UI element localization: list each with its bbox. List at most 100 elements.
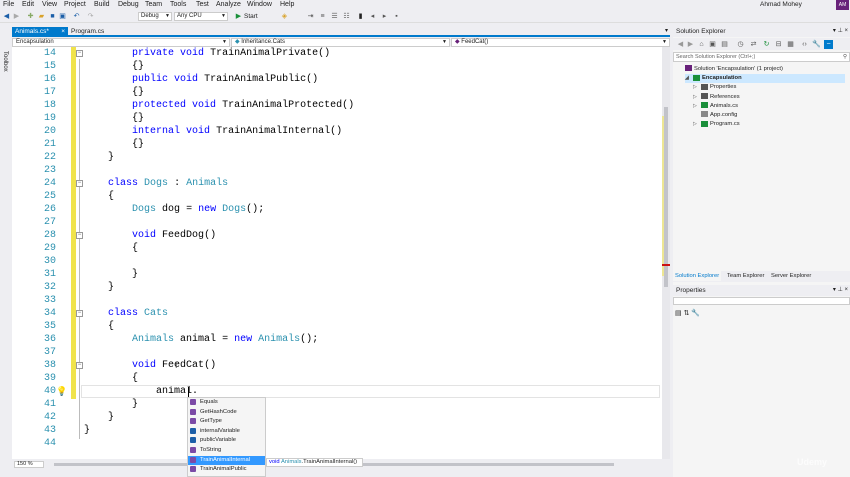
vertical-scroll-thumb[interactable] <box>664 107 668 287</box>
bookmark-icon[interactable]: ▮ <box>356 12 365 21</box>
collapsed-arrow-icon[interactable]: ▷ <box>693 102 701 111</box>
code-line[interactable]: class Dogs : Animals <box>84 177 228 190</box>
tree-item[interactable]: App.config <box>693 111 737 120</box>
step-icon[interactable]: ⇥ <box>306 12 315 21</box>
forward-icon[interactable]: ▶ <box>686 40 695 49</box>
new-project-icon[interactable]: ✚ <box>26 12 35 21</box>
collapsed-arrow-icon[interactable]: ▷ <box>693 120 701 129</box>
collapse-icon[interactable]: − <box>76 180 83 187</box>
tree-item[interactable]: ▷ Program.cs <box>693 120 740 129</box>
property-pages-icon[interactable]: 🔧 <box>691 310 700 317</box>
menu-edit[interactable]: Edit <box>22 1 34 9</box>
menu-project[interactable]: Project <box>64 1 86 9</box>
code-line[interactable]: { <box>84 190 114 203</box>
properties-icon[interactable]: 🔧 <box>812 40 821 49</box>
tab-team-explorer[interactable]: Team Explorer <box>725 271 766 281</box>
code-line[interactable]: { <box>84 372 138 385</box>
tree-item[interactable]: ▷ Properties <box>693 83 736 92</box>
code-line[interactable]: {} <box>84 138 144 151</box>
completion-item[interactable]: TrainAnimalPublic <box>188 465 265 474</box>
menu-tools[interactable]: Tools <box>170 1 186 9</box>
toolbox-tab[interactable]: Toolbox <box>0 23 12 477</box>
intellisense-list[interactable]: Equals GetHashCode GetType internalVariable… <box>187 397 266 477</box>
menu-team[interactable]: Team <box>145 1 162 9</box>
code-line[interactable]: } <box>84 268 138 281</box>
properties-object-select[interactable] <box>673 297 850 305</box>
start-button[interactable]: Start <box>244 12 258 21</box>
prev-bookmark-icon[interactable]: ◂ <box>368 12 377 21</box>
code-editor[interactable]: 14 private void TrainAnimalPrivate() 15 {… <box>12 47 670 459</box>
uncomment-icon[interactable]: ☷ <box>342 12 351 21</box>
code-line[interactable]: internal void TrainAnimalInternal() <box>84 125 342 138</box>
tab-solution-explorer[interactable]: Solution Explorer <box>673 271 722 281</box>
tab-animals-cs[interactable]: Animals.cs* × <box>12 27 68 36</box>
lightbulb-icon[interactable]: 💡 <box>56 386 67 397</box>
menu-debug[interactable]: Debug <box>118 1 139 9</box>
menu-analyze[interactable]: Analyze <box>216 1 241 9</box>
code-line[interactable]: { <box>84 242 138 255</box>
menu-window[interactable]: Window <box>247 1 272 9</box>
preview-icon[interactable]: ‹› <box>800 40 809 49</box>
collapse-icon[interactable]: − <box>76 232 83 239</box>
back-icon[interactable]: ◀ <box>676 40 685 49</box>
next-bookmark-icon[interactable]: ▸ <box>380 12 389 21</box>
tab-overflow-icon[interactable]: ▾ <box>665 27 668 34</box>
code-line[interactable]: private void TrainAnimalPrivate() <box>84 47 330 60</box>
collapse-icon[interactable]: − <box>76 362 83 369</box>
code-line[interactable]: public void TrainAnimalPublic() <box>84 73 318 86</box>
code-line[interactable]: } <box>84 424 90 437</box>
completion-item[interactable]: GetType <box>188 417 265 426</box>
code-line[interactable]: void FeedDog() <box>84 229 216 242</box>
solution-config-select[interactable]: Debug ▼ <box>138 12 172 21</box>
code-line[interactable]: {} <box>84 112 144 125</box>
tree-item[interactable]: ▷ References <box>693 93 740 102</box>
completion-item[interactable]: internalVariable <box>188 427 265 436</box>
align-icon[interactable]: ≡ <box>318 12 327 21</box>
collapsed-arrow-icon[interactable]: ▷ <box>693 93 701 102</box>
start-icon[interactable]: ▶ <box>234 12 243 21</box>
comment-icon[interactable]: ☰ <box>330 12 339 21</box>
close-icon[interactable]: × <box>61 27 65 36</box>
code-line[interactable]: } <box>84 151 114 164</box>
tab-program-cs[interactable]: Program.cs <box>68 27 128 36</box>
code-line[interactable]: } <box>84 398 138 411</box>
code-line[interactable]: {} <box>84 60 144 73</box>
collapsed-arrow-icon[interactable]: ▷ <box>693 83 701 92</box>
open-folder-icon[interactable]: ▰ <box>37 12 46 21</box>
menu-help[interactable]: Help <box>280 1 294 9</box>
collapse-icon[interactable]: ▤ <box>720 40 729 49</box>
project-dropdown[interactable]: Encapsulation ▼ <box>12 38 230 47</box>
dash-icon[interactable]: − <box>824 40 833 49</box>
code-line[interactable]: Animals animal = new Animals(); <box>84 333 318 346</box>
save-icon[interactable]: ■ <box>48 12 57 21</box>
dropdown-icon[interactable]: ▾ <box>833 287 836 293</box>
redo-icon[interactable]: ↷ <box>86 12 95 21</box>
completion-item[interactable]: Equals <box>188 398 265 407</box>
tree-item[interactable]: ▷ Animals.cs <box>693 102 738 111</box>
code-line[interactable]: class Cats <box>84 307 168 320</box>
completion-item[interactable]: TrainAnimalInternal <box>188 455 265 465</box>
code-line[interactable]: {} <box>84 86 144 99</box>
forward-icon[interactable]: ▶ <box>12 12 21 21</box>
member-dropdown[interactable]: ◆ FeedCat() ▼ <box>451 38 670 47</box>
menu-test[interactable]: Test <box>196 1 209 9</box>
refresh-icon[interactable]: ↻ <box>762 40 771 49</box>
collapse-icon[interactable]: − <box>76 50 83 57</box>
completion-item[interactable]: publicVariable <box>188 436 265 445</box>
tree-item[interactable]: ◢ Encapsulation <box>685 74 845 84</box>
user-name[interactable]: Ahmad Mohey <box>760 1 802 8</box>
completion-item[interactable]: GetHashCode <box>188 408 265 417</box>
code-line[interactable]: { <box>84 320 114 333</box>
alphabetical-icon[interactable]: ⇅ <box>684 310 690 317</box>
tree-item[interactable]: Solution 'Encapsulation' (1 project) <box>677 65 783 74</box>
code-line[interactable]: } <box>84 411 114 424</box>
close-icon[interactable]: × <box>844 28 848 34</box>
switch-views-icon[interactable]: ▣ <box>708 40 717 49</box>
undo-icon[interactable]: ↶ <box>72 12 81 21</box>
zoom-select[interactable]: 150 % <box>14 461 44 468</box>
menu-view[interactable]: View <box>42 1 57 9</box>
save-all-icon[interactable]: ▣ <box>58 12 67 21</box>
dropdown-icon[interactable]: ▾ <box>833 28 836 34</box>
tab-server-explorer[interactable]: Server Explorer <box>769 271 813 281</box>
class-dropdown[interactable]: ◆ Inheritance.Cats ▼ <box>231 38 450 47</box>
